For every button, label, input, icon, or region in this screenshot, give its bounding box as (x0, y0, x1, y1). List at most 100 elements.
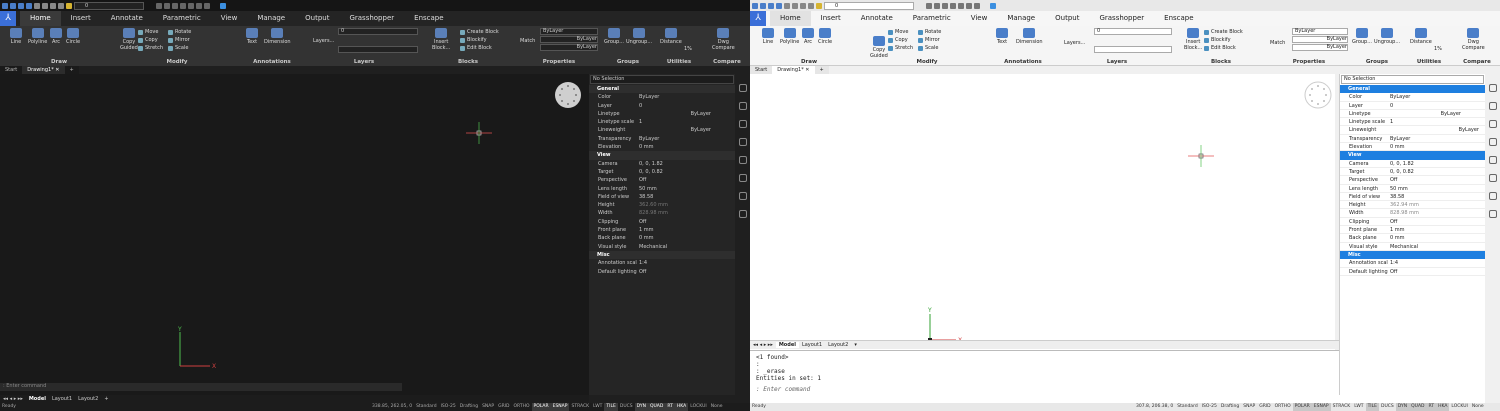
properties-icon[interactable] (738, 102, 747, 110)
layers-icon[interactable] (738, 120, 747, 128)
function-icon[interactable] (738, 174, 747, 182)
tab-annotate[interactable]: Annotate (851, 11, 903, 26)
tab-home[interactable]: Home (20, 11, 61, 26)
prop-row[interactable]: Linetype ByLayer (589, 110, 735, 118)
toggle-ducs[interactable]: DUCS (1379, 403, 1396, 411)
workspace[interactable]: Drafting (458, 403, 480, 411)
copy-button[interactable]: Copy (138, 37, 158, 43)
arc-button[interactable]: Arc (802, 28, 814, 45)
tab-home[interactable]: Home (770, 11, 811, 26)
prop-row[interactable]: Layer 0 (589, 102, 735, 110)
text-button[interactable]: Text (246, 28, 258, 45)
toggle-strack[interactable]: STRACK (1331, 403, 1353, 411)
move-button[interactable]: Move (888, 29, 908, 35)
prop-row[interactable]: Color ByLayer (589, 93, 735, 101)
dimension-button[interactable]: Dimension (1016, 28, 1043, 45)
tool-icon[interactable] (196, 2, 202, 9)
stretch-button[interactable]: Stretch (138, 45, 163, 51)
distance-button[interactable]: Distance (660, 28, 682, 45)
new-file-icon[interactable] (752, 2, 758, 9)
prop-row[interactable]: Lineweight ByLayer (589, 126, 735, 134)
selection-dropdown[interactable]: No Selection (1341, 75, 1484, 84)
toggle-polar[interactable]: POLAR (1292, 403, 1312, 411)
prop-row[interactable]: Camera 0, 0, 1.82 (1340, 160, 1485, 168)
lineweight-dropdown[interactable]: ByLayer (540, 44, 598, 51)
toggle-rt[interactable]: RT (1426, 403, 1437, 411)
toggle-dyn[interactable]: DYN (1395, 403, 1410, 411)
prop-row[interactable]: Height 362.60 mm (589, 201, 735, 209)
tool-icon[interactable] (180, 2, 186, 9)
group-button[interactable]: Group... (604, 28, 624, 45)
ungroup-button[interactable]: Ungroup... (1374, 28, 1400, 45)
toggle-tile[interactable]: TILE (1365, 403, 1379, 411)
nav-arrows-icon[interactable]: ◂◂ ◂ ▸ ▸▸ (0, 396, 26, 402)
polyline-button[interactable]: Polyline (28, 28, 47, 45)
save-as-icon[interactable] (776, 2, 782, 9)
circle-button[interactable]: Circle (66, 28, 80, 45)
linetype-dropdown[interactable]: ByLayer (1292, 36, 1348, 43)
create-block-button[interactable]: Create Block (460, 29, 499, 35)
tool-icon[interactable] (934, 2, 940, 9)
circle-button[interactable]: Circle (818, 28, 832, 45)
prop-row[interactable]: Perspective Off (589, 176, 735, 184)
toggle-snap[interactable]: SNAP (480, 403, 496, 411)
lightbulb-icon[interactable] (738, 84, 747, 92)
toggle-strack[interactable]: STRACK (569, 403, 591, 411)
library-icon[interactable] (738, 156, 747, 164)
section-general[interactable]: General (1340, 85, 1485, 94)
qat-layer-select[interactable]: 0 (74, 1, 144, 10)
prop-row[interactable]: Perspective Off (1340, 176, 1485, 185)
layout-tab-layout1[interactable]: Layout1 (799, 342, 825, 348)
tool-icon[interactable] (958, 2, 964, 9)
section-general[interactable]: General (589, 85, 735, 94)
insert-block-button[interactable]: Insert Block... (432, 28, 450, 51)
toggle-tile[interactable]: TILE (604, 403, 618, 411)
mirror-button[interactable]: Mirror (918, 37, 940, 43)
cut-icon[interactable] (42, 2, 48, 9)
toggle-grid[interactable]: GRID (496, 403, 511, 411)
prop-row[interactable]: Transparency ByLayer (589, 135, 735, 143)
tab-insert[interactable]: Insert (811, 11, 851, 26)
toggle-hka[interactable]: HKA (1436, 403, 1450, 411)
toggle-polar[interactable]: POLAR (531, 403, 551, 411)
structure-icon[interactable] (738, 192, 747, 200)
line-button[interactable]: Line (10, 28, 22, 45)
drawing-canvas[interactable]: Y X : Enter command (0, 74, 589, 395)
tool-icon[interactable] (974, 2, 980, 9)
section-misc[interactable]: Misc (1340, 250, 1485, 260)
print-icon[interactable] (34, 2, 40, 9)
prop-row[interactable]: Width 828.98 mm (1340, 209, 1485, 218)
prop-row[interactable]: Lens length 50 mm (1340, 185, 1485, 193)
scale-button[interactable]: Scale (918, 45, 938, 51)
prop-row[interactable]: Annotation scale 1:4 (589, 259, 735, 267)
open-file-icon[interactable] (760, 2, 766, 9)
tool-icon[interactable] (156, 2, 162, 9)
tool-icon[interactable] (950, 2, 956, 9)
prop-row[interactable]: Default lighting Off (1340, 268, 1485, 276)
save-icon[interactable] (18, 2, 24, 9)
section-view[interactable]: View (589, 151, 735, 160)
copy-guided-button[interactable]: Copy Guided (120, 28, 138, 51)
tab-insert[interactable]: Insert (61, 11, 101, 26)
toggle-ducs[interactable]: DUCS (618, 403, 635, 411)
app-logo-icon[interactable]: ⅄ (750, 11, 766, 26)
tab-view[interactable]: View (961, 11, 998, 26)
text-button[interactable]: Text (996, 28, 1008, 45)
toggle-quad[interactable]: QUAD (647, 403, 666, 411)
prop-row[interactable]: Front plane 1 mm (1340, 226, 1485, 235)
toggle-rt[interactable]: RT (665, 403, 675, 411)
text-style[interactable]: Standard (1175, 403, 1199, 411)
layout-tab-layout1[interactable]: Layout1 (49, 396, 75, 402)
redo-icon[interactable] (58, 2, 64, 9)
qat-layer-select[interactable]: 0 (824, 1, 914, 10)
layout-tab-layout2[interactable]: Layout2 (75, 396, 101, 402)
new-tab-icon[interactable]: + (815, 66, 829, 74)
prop-row[interactable]: Transparency ByLayer (1340, 135, 1485, 144)
edit-block-button[interactable]: Edit Block (460, 45, 492, 51)
match-button[interactable]: Match (520, 38, 535, 44)
ungroup-button[interactable]: Ungroup... (626, 28, 652, 45)
edit-block-button[interactable]: Edit Block (1204, 45, 1236, 51)
close-icon[interactable]: ✕ (805, 67, 809, 73)
color-dropdown[interactable]: ByLayer (1292, 28, 1348, 35)
tab-annotate[interactable]: Annotate (101, 11, 153, 26)
